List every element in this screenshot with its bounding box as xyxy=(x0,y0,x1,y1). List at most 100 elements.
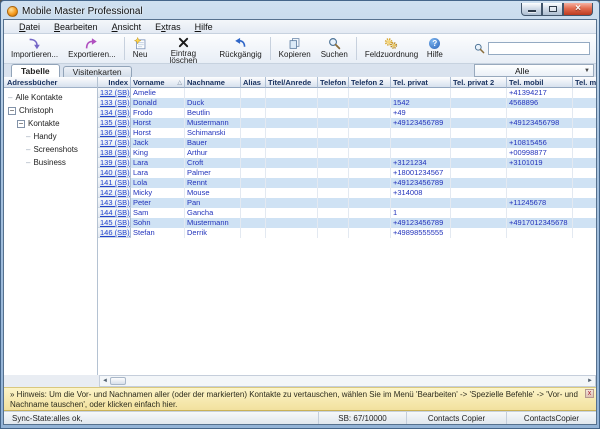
cell-index[interactable]: 138 (SB) xyxy=(98,148,131,158)
cell-tel-privat[interactable]: 1 xyxy=(391,208,451,218)
cell-telefon-2[interactable] xyxy=(349,208,391,218)
sidebar-item-kontakte[interactable]: −Kontakte xyxy=(4,117,97,130)
cell-titel-anrede[interactable] xyxy=(266,218,318,228)
filter-combobox[interactable]: Alle ▼ xyxy=(474,64,594,77)
cell-tel-privat-2[interactable] xyxy=(451,158,507,168)
cell-tel-privat-2[interactable] xyxy=(451,118,507,128)
cell-vorname[interactable]: King xyxy=(131,148,185,158)
cell-tel-privat[interactable]: +18001234567 xyxy=(391,168,451,178)
cell-vorname[interactable]: Amelie xyxy=(131,88,185,98)
cell-tel-mobil[interactable]: +3101019 xyxy=(507,158,573,168)
cell-index[interactable]: 136 (SB) xyxy=(98,128,131,138)
cell-vorname[interactable]: Horst xyxy=(131,128,185,138)
cell-index[interactable]: 143 (SB) xyxy=(98,198,131,208)
table-row[interactable]: 141 (SB)LolaRennt+49123456789 xyxy=(98,178,596,188)
cell-nachname[interactable]: Duck xyxy=(185,98,241,108)
cell-tel-mobil[interactable] xyxy=(507,108,573,118)
cell-telefon-2[interactable] xyxy=(349,228,391,238)
cell-alias[interactable] xyxy=(241,138,266,148)
cell-titel-anrede[interactable] xyxy=(266,228,318,238)
tab-visitenkarten[interactable]: Visitenkarten xyxy=(63,66,132,77)
cell-alias[interactable] xyxy=(241,118,266,128)
sidebar-item-screenshots[interactable]: –Screenshots xyxy=(4,143,97,156)
cell-index[interactable]: 142 (SB) xyxy=(98,188,131,198)
cell-titel-anrede[interactable] xyxy=(266,188,318,198)
cell-index[interactable]: 139 (SB) xyxy=(98,158,131,168)
cell-telefon[interactable] xyxy=(318,118,349,128)
cell-tel-m[interactable] xyxy=(573,128,596,138)
cell-nachname[interactable]: Pan xyxy=(185,198,241,208)
cell-telefon-2[interactable] xyxy=(349,198,391,208)
search-input[interactable] xyxy=(488,42,590,55)
cell-index[interactable]: 146 (SB) xyxy=(98,228,131,238)
column-header-index[interactable]: Index xyxy=(98,77,131,88)
cell-alias[interactable] xyxy=(241,98,266,108)
cell-nachname[interactable]: Mouse xyxy=(185,188,241,198)
cell-tel-m[interactable] xyxy=(573,118,596,128)
cell-nachname[interactable]: Beutlin xyxy=(185,108,241,118)
cell-alias[interactable] xyxy=(241,148,266,158)
collapse-icon[interactable]: − xyxy=(8,107,16,115)
column-header-tel-privat-2[interactable]: Tel. privat 2 xyxy=(451,77,507,88)
cell-nachname[interactable] xyxy=(185,88,241,98)
hint-bar[interactable]: » Hinweis: Um die Vor- und Nachnamen all… xyxy=(4,387,596,411)
cell-telefon[interactable] xyxy=(318,208,349,218)
cell-tel-m[interactable] xyxy=(573,98,596,108)
hint-close-button[interactable]: x xyxy=(585,389,594,398)
cell-telefon[interactable] xyxy=(318,228,349,238)
cell-tel-privat-2[interactable] xyxy=(451,138,507,148)
cell-tel-privat-2[interactable] xyxy=(451,168,507,178)
scroll-right-icon[interactable]: ► xyxy=(585,376,595,386)
cell-tel-privat[interactable] xyxy=(391,198,451,208)
cell-telefon-2[interactable] xyxy=(349,118,391,128)
cell-alias[interactable] xyxy=(241,218,266,228)
table-row[interactable]: 143 (SB)PeterPan+11245678 xyxy=(98,198,596,208)
cell-vorname[interactable]: Lara xyxy=(131,158,185,168)
cell-nachname[interactable]: Gancha xyxy=(185,208,241,218)
cell-telefon[interactable] xyxy=(318,158,349,168)
cell-alias[interactable] xyxy=(241,168,266,178)
column-header-tel-privat[interactable]: Tel. privat xyxy=(391,77,451,88)
column-header-titel-anrede[interactable]: Titel/Anrede xyxy=(266,77,318,88)
cell-tel-privat[interactable]: +49 xyxy=(391,108,451,118)
cell-index[interactable]: 141 (SB) xyxy=(98,178,131,188)
cell-tel-mobil[interactable]: +00998877 xyxy=(507,148,573,158)
scroll-left-icon[interactable]: ◄ xyxy=(100,376,110,386)
toolbar-button-kopieren[interactable]: Kopieren xyxy=(274,35,316,62)
cell-vorname[interactable]: Lara xyxy=(131,168,185,178)
toolbar-button-ruckgangig[interactable]: Rückgängig xyxy=(214,35,266,62)
cell-telefon-2[interactable] xyxy=(349,88,391,98)
cell-vorname[interactable]: Peter xyxy=(131,198,185,208)
cell-telefon[interactable] xyxy=(318,198,349,208)
cell-tel-mobil[interactable] xyxy=(507,128,573,138)
toolbar-button-feldzuordnung[interactable]: Feldzuordnung xyxy=(360,35,422,62)
cell-alias[interactable] xyxy=(241,158,266,168)
cell-telefon-2[interactable] xyxy=(349,168,391,178)
cell-telefon[interactable] xyxy=(318,108,349,118)
table-row[interactable]: 145 (SB)SohnMustermann+49123456789+49170… xyxy=(98,218,596,228)
cell-tel-m[interactable] xyxy=(573,108,596,118)
cell-titel-anrede[interactable] xyxy=(266,98,318,108)
column-header-vorname[interactable]: Vorname△ xyxy=(131,77,185,88)
cell-titel-anrede[interactable] xyxy=(266,198,318,208)
cell-telefon-2[interactable] xyxy=(349,158,391,168)
cell-vorname[interactable]: Micky xyxy=(131,188,185,198)
minimize-button[interactable] xyxy=(521,3,542,16)
cell-tel-m[interactable] xyxy=(573,188,596,198)
cell-titel-anrede[interactable] xyxy=(266,178,318,188)
cell-tel-m[interactable] xyxy=(573,228,596,238)
cell-tel-privat[interactable]: +49898555555 xyxy=(391,228,451,238)
menu-item-bearbeiten[interactable]: Bearbeiten xyxy=(47,20,105,33)
cell-tel-privat-2[interactable] xyxy=(451,228,507,238)
cell-telefon[interactable] xyxy=(318,188,349,198)
toolbar-button-hilfe[interactable]: ?Hilfe xyxy=(422,35,448,62)
cell-telefon[interactable] xyxy=(318,218,349,228)
cell-tel-privat-2[interactable] xyxy=(451,108,507,118)
cell-tel-mobil[interactable] xyxy=(507,188,573,198)
sidebar-item-business[interactable]: –Business xyxy=(4,156,97,169)
column-header-alias[interactable]: Alias xyxy=(241,77,266,88)
titlebar[interactable]: Mobile Master Professional × xyxy=(3,3,597,19)
cell-vorname[interactable]: Horst xyxy=(131,118,185,128)
cell-vorname[interactable]: Stefan xyxy=(131,228,185,238)
cell-tel-m[interactable] xyxy=(573,208,596,218)
